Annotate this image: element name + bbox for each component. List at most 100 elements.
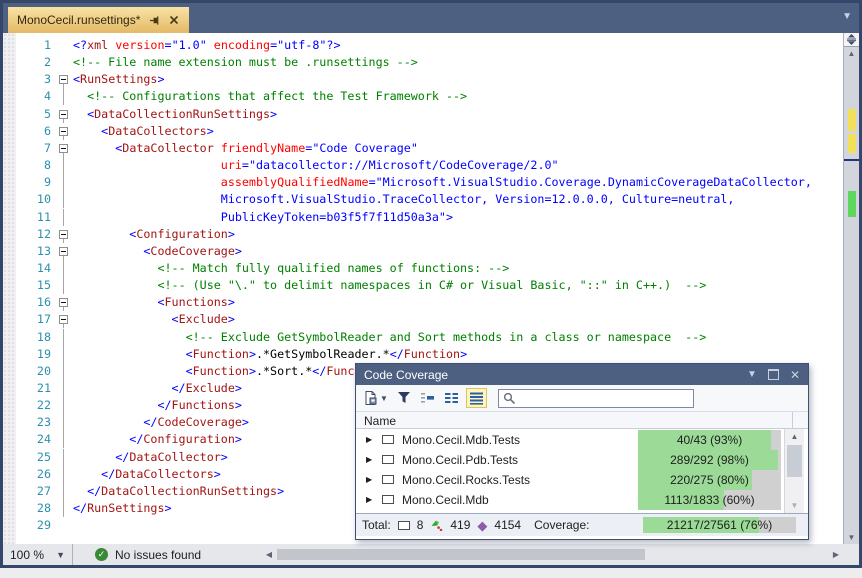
expand-icon[interactable]: ▶: [366, 496, 372, 504]
name-column-header[interactable]: Name: [364, 414, 396, 428]
code-line[interactable]: 1<?xml version="1.0" encoding="utf-8"?>: [3, 37, 843, 54]
fold-margin[interactable]: [58, 140, 70, 157]
panel-title-bar[interactable]: Code Coverage ▼ ✕: [356, 364, 808, 385]
scroll-down-button[interactable]: ▼: [785, 498, 804, 513]
fold-collapse-icon[interactable]: [59, 110, 68, 119]
code-line[interactable]: 5 <DataCollectionRunSettings>: [3, 106, 843, 123]
fold-margin[interactable]: [58, 174, 70, 191]
fold-margin[interactable]: [58, 397, 70, 414]
coverage-row[interactable]: ▶Mono.Cecil.Rocks.Tests220/275 (80%): [356, 470, 808, 490]
column-divider[interactable]: [792, 412, 793, 428]
scroll-right-button[interactable]: ▶: [829, 544, 843, 565]
code-line[interactable]: 11 PublicKeyToken=b03f5f7f11d50a3a">: [3, 209, 843, 226]
code-line[interactable]: 6 <DataCollectors>: [3, 123, 843, 140]
fold-collapse-icon[interactable]: [59, 230, 68, 239]
table-scrollbar[interactable]: ▲ ▼: [784, 429, 804, 513]
show-code-coverage-coloring-button[interactable]: [418, 388, 437, 408]
coverage-row[interactable]: ▶Mono.Cecil.Mdb1113/1833 (60%): [356, 490, 808, 510]
code-line[interactable]: 16 <Functions>: [3, 294, 843, 311]
code-line[interactable]: 18 <!-- Exclude GetSymbolReader and Sort…: [3, 329, 843, 346]
fold-margin[interactable]: [58, 466, 70, 483]
fold-margin[interactable]: [58, 346, 70, 363]
fold-margin[interactable]: [58, 431, 70, 448]
fold-collapse-icon[interactable]: [59, 127, 68, 136]
code-line[interactable]: 15 <!-- (Use "\." to delimit namespaces …: [3, 277, 843, 294]
code-line[interactable]: 2<!-- File name extension must be .runse…: [3, 54, 843, 71]
fold-collapse-icon[interactable]: [59, 315, 68, 324]
fold-margin[interactable]: [58, 517, 70, 534]
code-line[interactable]: 10 Microsoft.VisualStudio.TraceCollector…: [3, 191, 843, 208]
code-line[interactable]: 12 <Configuration>: [3, 226, 843, 243]
fold-margin[interactable]: [58, 157, 70, 174]
coverage-row[interactable]: ▶Mono.Cecil.Mdb.Tests40/43 (93%): [356, 430, 808, 450]
fold-margin[interactable]: [58, 260, 70, 277]
fold-margin[interactable]: [58, 71, 70, 88]
import-results-button[interactable]: ▼: [361, 388, 390, 408]
pin-icon[interactable]: [148, 14, 160, 26]
scroll-track[interactable]: [844, 59, 859, 531]
fold-margin[interactable]: [58, 380, 70, 397]
fold-margin[interactable]: [58, 88, 70, 105]
fold-margin[interactable]: [58, 329, 70, 346]
fold-margin[interactable]: [58, 243, 70, 260]
fold-margin[interactable]: [58, 414, 70, 431]
fold-margin[interactable]: [58, 209, 70, 226]
expand-icon[interactable]: ▶: [366, 456, 372, 464]
code-line[interactable]: 4 <!-- Configurations that affect the Te…: [3, 88, 843, 105]
scroll-left-button[interactable]: ◀: [262, 544, 276, 565]
close-icon[interactable]: [168, 14, 180, 26]
fold-collapse-icon[interactable]: [59, 298, 68, 307]
fold-margin[interactable]: [58, 500, 70, 517]
close-icon[interactable]: ✕: [790, 368, 800, 382]
expand-icon[interactable]: ▶: [366, 436, 372, 444]
show-all-results-button[interactable]: [466, 388, 487, 408]
code-line[interactable]: 13 <CodeCoverage>: [3, 243, 843, 260]
fold-collapse-icon[interactable]: [59, 144, 68, 153]
code-line[interactable]: 14 <!-- Match fully qualified names of f…: [3, 260, 843, 277]
code-line[interactable]: 8 uri="datacollector://Microsoft/CodeCov…: [3, 157, 843, 174]
search-input[interactable]: [519, 390, 689, 406]
search-box[interactable]: [498, 389, 694, 408]
scroll-down-button[interactable]: ▼: [844, 531, 859, 544]
expand-icon[interactable]: ▶: [366, 476, 372, 484]
line-number: 2: [3, 54, 51, 71]
code-line[interactable]: 19 <Function>.*GetSymbolReader.*</Functi…: [3, 346, 843, 363]
zoom-control[interactable]: 100 % ▼: [3, 544, 73, 565]
code-line[interactable]: 7 <DataCollector friendlyName="Code Cove…: [3, 140, 843, 157]
code-text: <DataCollectionRunSettings>: [73, 106, 277, 123]
indent: [73, 210, 221, 224]
fold-collapse-icon[interactable]: [59, 75, 68, 84]
horizontal-scroll-thumb[interactable]: [277, 549, 645, 560]
fold-margin[interactable]: [58, 449, 70, 466]
syntax-segment: >: [270, 107, 277, 121]
remove-coverage-button[interactable]: [442, 388, 461, 408]
code-line[interactable]: 9 assemblyQualifiedName="Microsoft.Visua…: [3, 174, 843, 191]
coverage-row[interactable]: ▶Mono.Cecil.Pdb.Tests289/292 (98%): [356, 450, 808, 470]
editor-vertical-scrollbar[interactable]: ▲ ▼: [843, 33, 859, 544]
fold-margin[interactable]: [58, 37, 70, 54]
table-header[interactable]: Name: [356, 411, 808, 429]
document-tab[interactable]: MonoCecil.runsettings*: [8, 7, 189, 33]
indent: [73, 415, 143, 429]
fold-margin[interactable]: [58, 54, 70, 71]
fold-margin[interactable]: [58, 363, 70, 380]
fold-margin[interactable]: [58, 311, 70, 328]
code-line[interactable]: 17 <Exclude>: [3, 311, 843, 328]
fold-margin[interactable]: [58, 483, 70, 500]
fold-margin[interactable]: [58, 106, 70, 123]
maximize-icon[interactable]: [768, 369, 779, 380]
table-scroll-thumb[interactable]: [787, 445, 802, 477]
document-well-dropdown-icon[interactable]: ▼: [842, 11, 852, 22]
fold-margin[interactable]: [58, 277, 70, 294]
split-editor-handle-icon[interactable]: [844, 33, 859, 47]
document-health-indicator[interactable]: ✓ No issues found: [95, 544, 201, 565]
fold-margin[interactable]: [58, 226, 70, 243]
code-line[interactable]: 3<RunSettings>: [3, 71, 843, 88]
filter-button[interactable]: [395, 388, 413, 408]
window-position-icon[interactable]: ▼: [747, 369, 757, 380]
fold-collapse-icon[interactable]: [59, 247, 68, 256]
scroll-up-button[interactable]: ▲: [785, 429, 804, 444]
fold-margin[interactable]: [58, 294, 70, 311]
fold-margin[interactable]: [58, 123, 70, 140]
fold-margin[interactable]: [58, 191, 70, 208]
